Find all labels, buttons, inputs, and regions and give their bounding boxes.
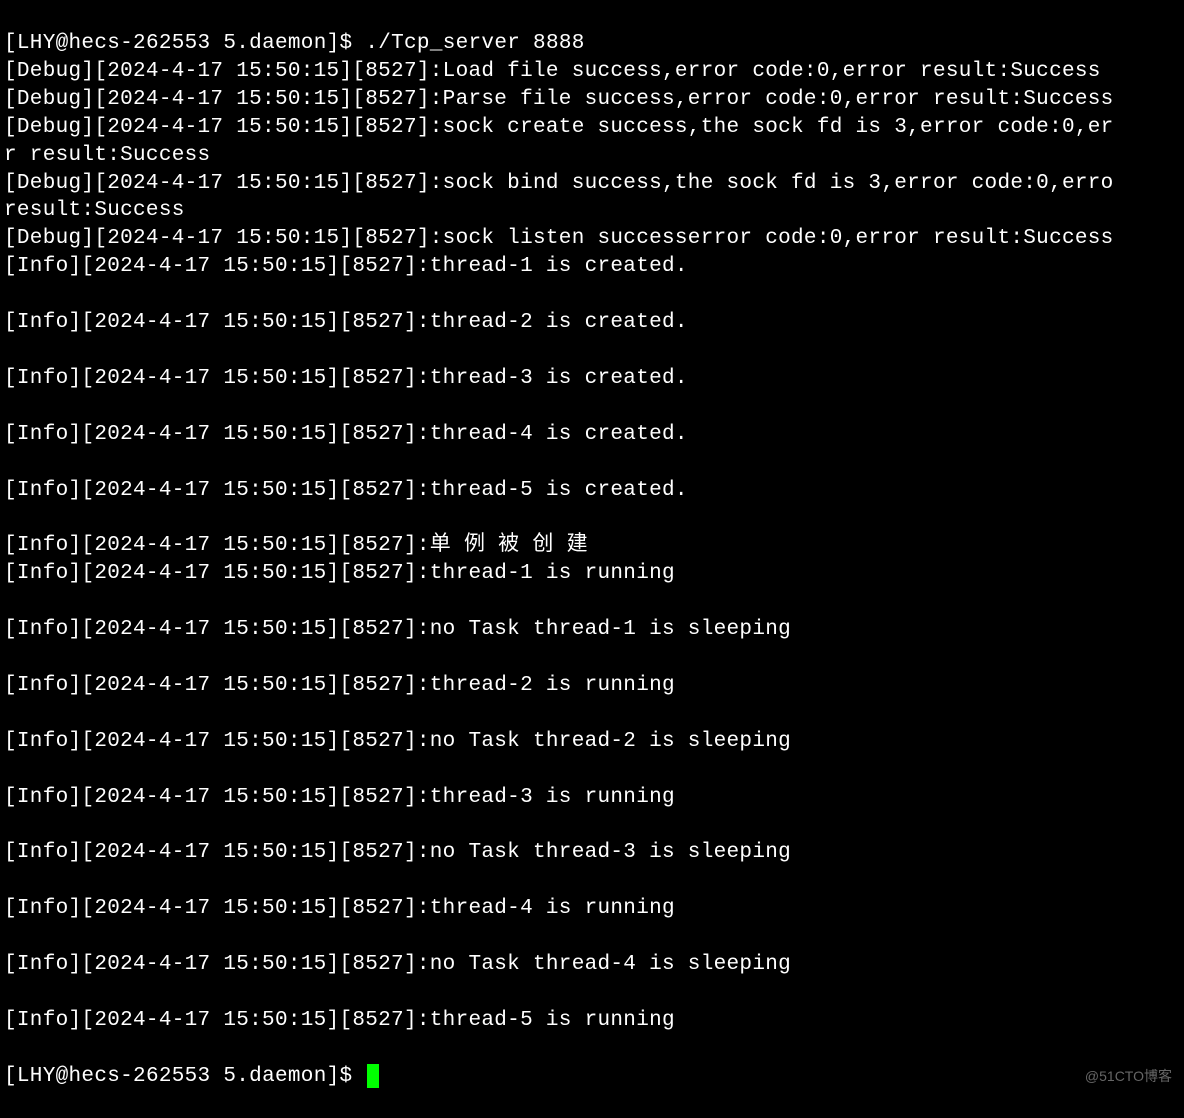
log-line: [Debug][2024-4-17 15:50:15][8527]:sock b… <box>4 170 1180 198</box>
log-line: [Info][2024-4-17 15:50:15][8527]:no Task… <box>4 951 1180 979</box>
prompt-host: hecs-262553 <box>69 1065 211 1088</box>
log-line: [Info][2024-4-17 15:50:15][8527]:thread-… <box>4 421 1180 449</box>
log-line: [Debug][2024-4-17 15:50:15][8527]:sock c… <box>4 114 1180 142</box>
log-line <box>4 281 1180 309</box>
log-line: result:Success <box>4 197 1180 225</box>
watermark-text: @51CTO博客 <box>1085 1067 1172 1086</box>
log-line <box>4 1035 1180 1063</box>
log-line: [Debug][2024-4-17 15:50:15][8527]:Parse … <box>4 86 1180 114</box>
prompt-line-2[interactable]: [LHY@hecs-262553 5.daemon]$ <box>4 1063 1180 1091</box>
log-line: [Info][2024-4-17 15:50:15][8527]:thread-… <box>4 784 1180 812</box>
prompt-dir: 5.daemon <box>223 32 326 55</box>
log-line: [Info][2024-4-17 15:50:15][8527]:thread-… <box>4 1007 1180 1035</box>
log-line: [Info][2024-4-17 15:50:15][8527]:thread-… <box>4 895 1180 923</box>
log-line: [Info][2024-4-17 15:50:15][8527]:no Task… <box>4 616 1180 644</box>
log-line <box>4 449 1180 477</box>
log-line <box>4 867 1180 895</box>
log-line: [Info][2024-4-17 15:50:15][8527]:no Task… <box>4 728 1180 756</box>
log-line: [Info][2024-4-17 15:50:15][8527]:thread-… <box>4 253 1180 281</box>
log-line <box>4 700 1180 728</box>
log-line <box>4 588 1180 616</box>
prompt-user: LHY <box>17 1065 56 1088</box>
log-line <box>4 644 1180 672</box>
log-line: [Info][2024-4-17 15:50:15][8527]:thread-… <box>4 560 1180 588</box>
prompt-user: LHY <box>17 32 56 55</box>
log-line <box>4 393 1180 421</box>
cursor-icon <box>367 1064 379 1088</box>
command-text: ./Tcp_server 8888 <box>365 32 584 55</box>
log-line <box>4 756 1180 784</box>
log-line: [Debug][2024-4-17 15:50:15][8527]:sock l… <box>4 225 1180 253</box>
log-line: [Info][2024-4-17 15:50:15][8527]:thread-… <box>4 365 1180 393</box>
prompt-symbol: $ <box>340 1065 353 1088</box>
terminal-output[interactable]: [LHY@hecs-262553 5.daemon]$ ./Tcp_server… <box>4 2 1180 1118</box>
log-line <box>4 504 1180 532</box>
log-line: [Info][2024-4-17 15:50:15][8527]:no Task… <box>4 839 1180 867</box>
log-line <box>4 923 1180 951</box>
log-line <box>4 979 1180 1007</box>
log-line: [Info][2024-4-17 15:50:15][8527]:thread-… <box>4 672 1180 700</box>
prompt-line-1: [LHY@hecs-262553 5.daemon]$ ./Tcp_server… <box>4 30 1180 58</box>
log-line: r result:Success <box>4 142 1180 170</box>
prompt-dir: 5.daemon <box>223 1065 326 1088</box>
log-line: [Info][2024-4-17 15:50:15][8527]:thread-… <box>4 309 1180 337</box>
log-line: [Info][2024-4-17 15:50:15][8527]:thread-… <box>4 477 1180 505</box>
prompt-symbol: $ <box>340 32 353 55</box>
prompt-host: hecs-262553 <box>69 32 211 55</box>
log-line <box>4 337 1180 365</box>
log-line <box>4 811 1180 839</box>
log-line: [Debug][2024-4-17 15:50:15][8527]:Load f… <box>4 58 1180 86</box>
log-line: [Info][2024-4-17 15:50:15][8527]:单 例 被 创… <box>4 532 1180 560</box>
